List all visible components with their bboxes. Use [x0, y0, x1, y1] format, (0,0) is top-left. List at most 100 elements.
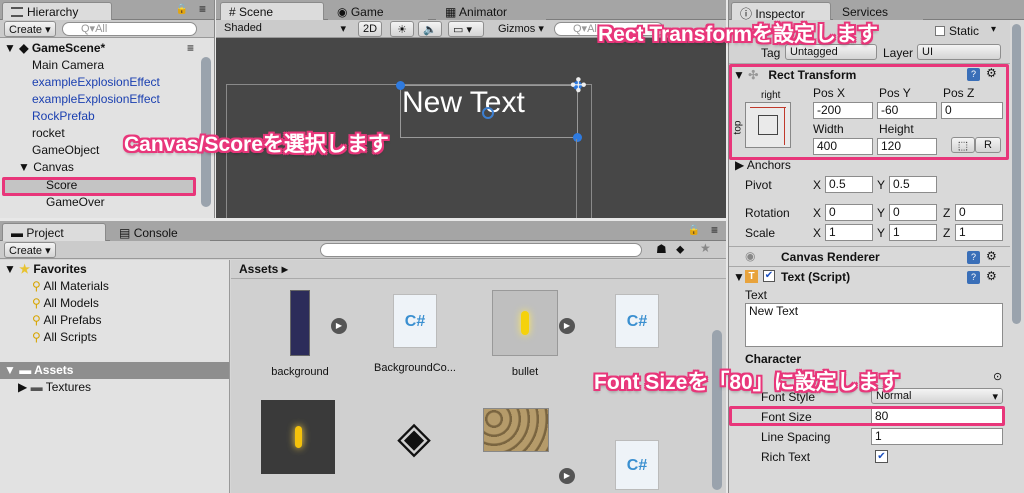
pivot-handle[interactable] — [482, 107, 494, 119]
canvas-text[interactable]: New Text — [402, 86, 525, 120]
asset-backgroundcontroller[interactable]: C# BackgroundCo... — [365, 294, 465, 374]
rect-handle-br[interactable] — [573, 133, 582, 142]
help-icon[interactable]: ? — [967, 271, 980, 284]
lighting-toggle[interactable]: ☀ — [390, 21, 414, 37]
rich-text-checkbox[interactable]: ✔ — [875, 450, 888, 463]
favorite-item[interactable]: ⚲ All Prefabs — [32, 312, 215, 329]
anchors-row[interactable]: ▶ Anchors — [735, 158, 791, 172]
enabled-checkbox[interactable]: ✔ — [763, 270, 775, 282]
create-button[interactable]: Create ▾ — [4, 21, 56, 37]
favorite-item[interactable]: ⚲ All Scripts — [32, 329, 215, 346]
effects-toggle[interactable]: ▭ ▾ — [448, 21, 484, 37]
search-input[interactable]: Q▾All — [62, 22, 197, 36]
pivot-x-field[interactable]: 0.5 — [825, 176, 873, 193]
expand-arrow-icon[interactable]: ▼ — [4, 41, 16, 55]
expand-arrow-icon[interactable]: ▼ — [18, 160, 30, 174]
shading-dropdown[interactable]: Shaded ▾ — [220, 21, 348, 37]
play-icon[interactable]: ▶ — [559, 468, 575, 484]
hierarchy-item-canvas[interactable]: ▼ Canvas — [18, 159, 200, 176]
help-icon[interactable]: ? — [967, 251, 980, 264]
rotation-z-field[interactable]: 0 — [955, 204, 1003, 221]
favorite-item[interactable]: ⚲ All Models — [32, 295, 215, 312]
scale-x-field[interactable]: 1 — [825, 224, 873, 241]
asset-script[interactable]: C# — [607, 294, 667, 348]
scale-y-axis: Y — [877, 226, 886, 240]
animator-icon: ▦ — [445, 5, 457, 19]
favorite-item[interactable]: ⚲ All Materials — [32, 278, 215, 295]
anchor-icon[interactable]: ✣ — [570, 73, 587, 98]
textures-label: Textures — [45, 380, 92, 394]
text-script-section[interactable]: ▼ T ✔ Text (Script) ? ⚙ — [729, 266, 1010, 286]
folder-icon: ▬ — [11, 226, 23, 240]
hierarchy-item[interactable]: exampleExplosionEffect — [32, 91, 200, 108]
tab-scene[interactable]: # Scene — [220, 2, 324, 20]
target-icon[interactable]: ⊙ — [993, 370, 1002, 383]
tab-label: Hierarchy — [27, 5, 79, 19]
scale-z-field[interactable]: 1 — [955, 224, 1003, 241]
play-icon[interactable]: ▶ — [331, 318, 347, 334]
asset-script[interactable]: C# — [607, 440, 667, 490]
annotation-canvas-score: Canvas/Scoreを選択します — [124, 133, 389, 156]
score-highlight — [2, 177, 196, 196]
breadcrumb[interactable]: Assets ▸ — [239, 262, 288, 276]
favorites-row[interactable]: ▼ ★ Favorites — [4, 261, 215, 278]
asset-label: background — [271, 366, 329, 378]
text-value-area[interactable]: New Text — [745, 303, 1003, 347]
asset-scrollbar[interactable] — [712, 330, 722, 490]
asset-label: BackgroundCo... — [374, 362, 456, 374]
pivot-y-field[interactable]: 0.5 — [889, 176, 937, 193]
audio-toggle[interactable]: 🔈 — [418, 21, 442, 37]
unity-logo-icon: ◈ — [397, 413, 431, 462]
inspector-scrollbar[interactable] — [1012, 24, 1021, 324]
play-icon[interactable]: ▶ — [559, 318, 575, 334]
scale-y-field[interactable]: 1 — [889, 224, 937, 241]
tab-label: Scene — [239, 5, 274, 19]
tab-hierarchy[interactable]: Hierarchy — [2, 2, 112, 20]
shading-label: Shaded — [224, 22, 262, 34]
asset-background[interactable]: background — [257, 290, 343, 378]
rotation-x-field[interactable]: 0 — [825, 204, 873, 221]
hierarchy-item[interactable]: exampleExplosionEffect — [32, 74, 200, 91]
create-button[interactable]: Create ▾ — [4, 242, 56, 258]
static-checkbox[interactable] — [935, 26, 945, 36]
chevron-down-icon[interactable]: ▾ — [991, 24, 996, 35]
filter-type-icon[interactable]: ☗ — [656, 242, 667, 256]
scene-tabbar: # Scene ◉ Game ▦ Animator — [216, 0, 726, 20]
asset-rocks[interactable] — [483, 408, 553, 452]
tab-console[interactable]: ▤ Console — [110, 223, 210, 241]
project-search-input[interactable] — [320, 243, 642, 257]
filter-label-icon[interactable]: ⬥ — [676, 242, 684, 257]
asset-bullet-sprite[interactable] — [261, 400, 341, 474]
pivot-label: Pivot — [745, 178, 772, 192]
2d-toggle[interactable]: 2D — [358, 21, 383, 37]
scene-row[interactable]: ▼ ◆ GameScene* ≡ — [4, 40, 200, 57]
layer-dropdown[interactable]: UI — [917, 44, 1001, 60]
tab-project[interactable]: ▬ Project — [2, 223, 106, 241]
tab-game[interactable]: ◉ Game — [328, 2, 428, 20]
hierarchy-item[interactable]: GameOver — [46, 194, 200, 211]
tab-label: Project — [26, 226, 64, 240]
lock-icon[interactable]: 🔒 — [176, 4, 188, 15]
gizmos-dropdown[interactable]: Gizmos ▾ — [494, 21, 548, 37]
rect-handle-tl[interactable] — [396, 81, 405, 90]
menu-icon[interactable]: ≡ — [199, 2, 206, 16]
textures-folder-row[interactable]: ▶ ▬ Textures — [18, 379, 215, 396]
favorite-star-icon[interactable]: ★ — [700, 241, 711, 255]
asset-bullet[interactable]: bullet — [485, 290, 565, 378]
hierarchy-item[interactable]: Main Camera — [32, 57, 200, 74]
canvas-renderer-section[interactable]: ◉ Canvas Renderer ? ⚙ — [729, 246, 1010, 266]
hierarchy-item[interactable]: RockPrefab — [32, 108, 200, 125]
speaker-icon: 🔈 — [423, 24, 437, 36]
game-icon: ◉ — [337, 5, 348, 19]
menu-icon[interactable]: ≡ — [187, 40, 194, 57]
tab-animator[interactable]: ▦ Animator — [436, 2, 546, 20]
lock-icon[interactable]: 🔒 — [688, 225, 700, 236]
line-spacing-field[interactable]: 1 — [871, 428, 1003, 445]
gear-icon[interactable]: ⚙ — [986, 269, 997, 283]
expand-arrow-icon: ▶ — [735, 158, 745, 172]
asset-unity-scene[interactable]: ◈ — [379, 408, 449, 468]
menu-icon[interactable]: ≡ — [711, 223, 718, 237]
gear-icon[interactable]: ⚙ — [986, 249, 997, 263]
assets-folder-row[interactable]: ▼ ▬ Assets — [0, 362, 229, 379]
rotation-y-field[interactable]: 0 — [889, 204, 937, 221]
